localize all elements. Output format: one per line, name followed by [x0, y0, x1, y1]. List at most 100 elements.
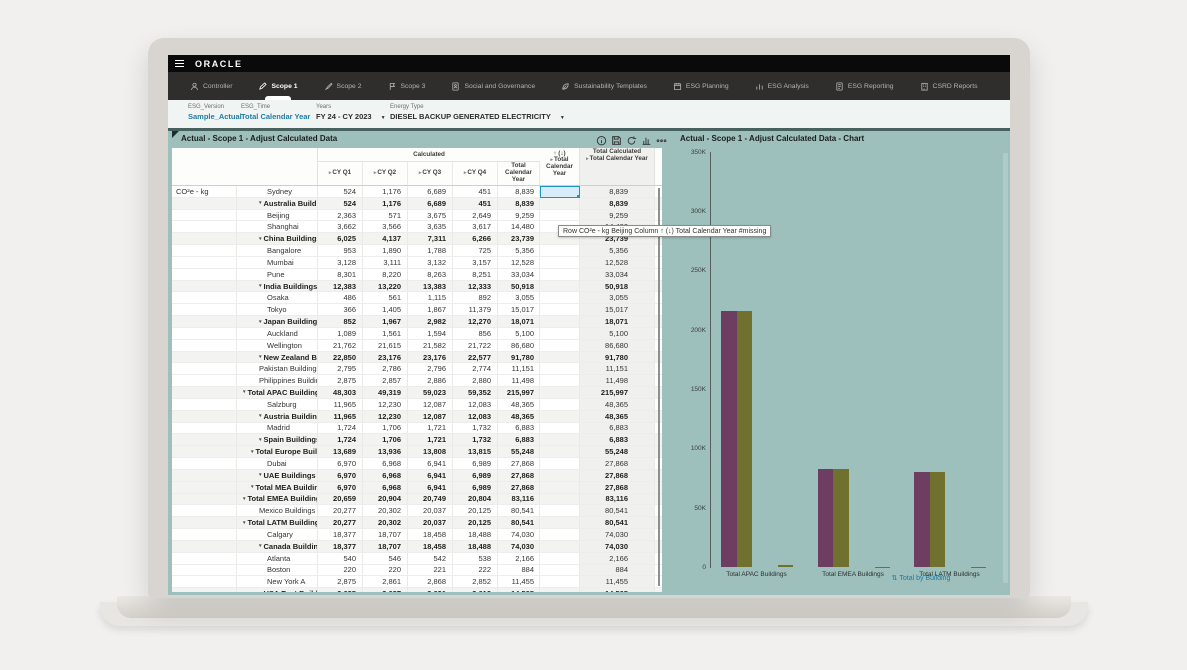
data-cell[interactable]: 221	[408, 565, 453, 576]
data-cell[interactable]: 1,732	[453, 434, 498, 445]
data-cell[interactable]: 80,541	[580, 517, 655, 528]
data-cell[interactable]: 80,541	[498, 505, 540, 516]
data-cell[interactable]: 1,788	[408, 245, 453, 256]
data-cell[interactable]: 3,566	[363, 221, 408, 232]
data-cell[interactable]: 18,458	[408, 529, 453, 540]
data-cell[interactable]	[540, 446, 580, 457]
data-cell[interactable]	[540, 553, 580, 564]
data-cell[interactable]: 5,356	[580, 245, 655, 256]
row-label[interactable]: Beijing	[237, 210, 318, 221]
data-cell[interactable]: 6,689	[408, 198, 453, 209]
data-cell[interactable]: 2,886	[408, 375, 453, 386]
data-cell[interactable]: 13,383	[408, 281, 453, 292]
tab-scope-1[interactable]: Scope 1	[258, 72, 297, 100]
data-cell[interactable]: 12,083	[453, 399, 498, 410]
data-cell[interactable]: 20,125	[453, 505, 498, 516]
bar-total-calculated-total-calendar-year[interactable]	[930, 472, 946, 568]
data-cell[interactable]: 20,277	[318, 505, 363, 516]
data-cell[interactable]: 3,635	[408, 221, 453, 232]
data-cell[interactable]: 3,157	[453, 257, 498, 268]
row-label[interactable]: ▾Total MEA Buildings	[237, 482, 318, 493]
data-cell[interactable]: 1,561	[363, 328, 408, 339]
data-cell[interactable]: 27,868	[498, 482, 540, 493]
data-cell[interactable]: 20,749	[408, 494, 453, 505]
data-cell[interactable]: 13,815	[453, 446, 498, 457]
data-cell[interactable]: 59,023	[408, 387, 453, 398]
data-cell[interactable]: 23,176	[363, 352, 408, 363]
data-cell[interactable]	[540, 423, 580, 434]
data-cell[interactable]: 6,025	[318, 233, 363, 244]
data-cell[interactable]: 3,675	[408, 210, 453, 221]
column-header[interactable]: ▸CY Q3	[408, 162, 453, 185]
data-cell[interactable]: 215,997	[498, 387, 540, 398]
row-label[interactable]: ▾Austria Buildings	[237, 411, 318, 422]
tab-esg-analysis[interactable]: ESG Analysis	[755, 72, 809, 100]
collapse-icon[interactable]: ▾	[259, 437, 262, 443]
data-cell[interactable]	[540, 304, 580, 315]
data-cell[interactable]: 3,617	[453, 221, 498, 232]
collapse-icon[interactable]: ▾	[259, 543, 262, 549]
data-cell[interactable]	[540, 210, 580, 221]
data-cell[interactable]: 1,706	[363, 434, 408, 445]
data-cell[interactable]: 2,861	[363, 576, 408, 587]
data-cell[interactable]: 27,868	[498, 458, 540, 469]
data-cell[interactable]: 13,808	[408, 446, 453, 457]
data-cell[interactable]: 48,365	[580, 399, 655, 410]
data-cell[interactable]: 12,333	[453, 281, 498, 292]
data-cell[interactable]: 14,505	[580, 588, 655, 592]
data-cell[interactable]: 6,989	[453, 458, 498, 469]
data-cell[interactable]: 451	[453, 186, 498, 197]
data-cell[interactable]: 23,739	[498, 233, 540, 244]
chart-scrollbar[interactable]	[1003, 153, 1008, 583]
row-label[interactable]: Pakistan Buildings	[237, 363, 318, 374]
data-cell[interactable]	[540, 387, 580, 398]
data-cell[interactable]: 3,128	[318, 257, 363, 268]
data-cell[interactable]: 86,680	[580, 340, 655, 351]
data-cell[interactable]: 2,774	[453, 363, 498, 374]
data-cell[interactable]	[540, 340, 580, 351]
tab-csrd-reports[interactable]: CSRD Reports	[920, 72, 978, 100]
data-cell[interactable]: 12,270	[453, 316, 498, 327]
tab-scope-2[interactable]: Scope 2	[324, 72, 362, 100]
data-cell[interactable]: 21,762	[318, 340, 363, 351]
data-cell[interactable]: 21,582	[408, 340, 453, 351]
data-cell[interactable]	[540, 505, 580, 516]
collapse-icon[interactable]: ▾	[243, 520, 246, 526]
data-cell[interactable]: 33,034	[498, 269, 540, 280]
data-cell[interactable]: 1,176	[363, 198, 408, 209]
data-cell[interactable]: 3,055	[580, 292, 655, 303]
data-cell[interactable]: 18,488	[453, 541, 498, 552]
data-cell[interactable]: 542	[408, 553, 453, 564]
data-cell[interactable]: 74,030	[580, 529, 655, 540]
collapse-icon[interactable]: ▾	[259, 283, 262, 289]
bar-total-calculated-total-calendar-year[interactable]	[833, 469, 849, 568]
row-label[interactable]: ▾Total LATM Buildings	[237, 517, 318, 528]
bar-total-calendar-year[interactable]	[721, 311, 737, 567]
data-cell[interactable]: 3,627	[363, 588, 408, 592]
data-cell[interactable]: 20,659	[318, 494, 363, 505]
data-cell[interactable]: 14,505	[498, 588, 540, 592]
row-label[interactable]: Mexico Buildings	[237, 505, 318, 516]
data-cell[interactable]: 1,706	[363, 423, 408, 434]
column-header[interactable]: Total Calendar Year	[498, 162, 540, 185]
data-cell[interactable]: 11,379	[453, 304, 498, 315]
data-cell[interactable]: 15,017	[580, 304, 655, 315]
data-cell[interactable]: 1,405	[363, 304, 408, 315]
collapse-icon[interactable]: ▾	[259, 413, 262, 419]
data-cell[interactable]: 27,868	[580, 458, 655, 469]
row-label[interactable]: ▾China Buildings	[237, 233, 318, 244]
data-cell[interactable]: 18,707	[363, 529, 408, 540]
data-cell[interactable]	[540, 281, 580, 292]
data-cell[interactable]: 220	[363, 565, 408, 576]
data-cell[interactable]: 4,137	[363, 233, 408, 244]
data-cell[interactable]	[540, 541, 580, 552]
data-cell[interactable]: 6,968	[363, 470, 408, 481]
data-cell[interactable]: 1,724	[318, 434, 363, 445]
data-cell[interactable]: 3,111	[363, 257, 408, 268]
collapse-icon[interactable]: ▾	[259, 319, 262, 325]
data-cell[interactable]: 8,301	[318, 269, 363, 280]
data-cell[interactable]: 11,151	[498, 363, 540, 374]
data-cell[interactable]: 524	[318, 198, 363, 209]
hamburger-menu-icon[interactable]	[175, 60, 184, 67]
data-cell[interactable]: 486	[318, 292, 363, 303]
